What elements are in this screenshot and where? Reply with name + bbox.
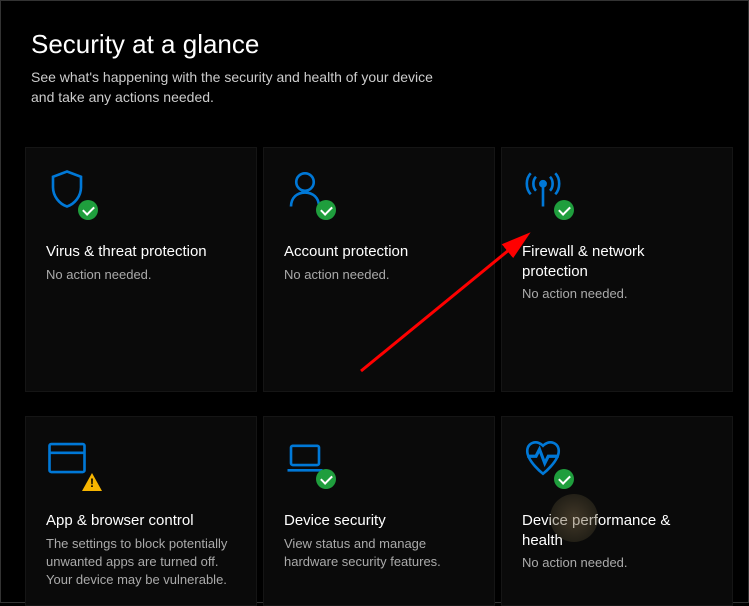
firewall-network-protection-tile[interactable]: Firewall & network protection No action … — [501, 147, 733, 392]
tile-desc: No action needed. — [522, 554, 712, 572]
shield-icon — [46, 168, 96, 218]
tile-title: Virus & threat protection — [46, 242, 236, 262]
tile-title: App & browser control — [46, 511, 236, 531]
page-title: Security at a glance — [31, 29, 718, 60]
person-icon — [284, 168, 334, 218]
tile-desc: No action needed. — [284, 266, 474, 284]
header: Security at a glance See what's happenin… — [1, 1, 748, 123]
checkmark-badge-icon — [78, 200, 98, 220]
device-security-tile[interactable]: Device security View status and manage h… — [263, 416, 495, 606]
laptop-icon — [284, 437, 334, 487]
app-browser-control-tile[interactable]: App & browser control The settings to bl… — [25, 416, 257, 606]
tiles-row-1: Virus & threat protection No action need… — [1, 123, 748, 392]
tile-desc: No action needed. — [522, 285, 712, 303]
tile-title: Account protection — [284, 242, 474, 262]
tile-desc: The settings to block potentially unwant… — [46, 535, 236, 590]
warning-badge-icon — [82, 473, 102, 491]
tile-title: Device performance & health — [522, 511, 712, 550]
tiles-row-2: App & browser control The settings to bl… — [1, 392, 748, 606]
antenna-icon — [522, 168, 572, 218]
checkmark-badge-icon — [554, 200, 574, 220]
page-subtitle: See what's happening with the security a… — [31, 68, 451, 107]
tile-title: Device security — [284, 511, 474, 531]
heart-pulse-icon — [522, 437, 572, 487]
checkmark-badge-icon — [316, 469, 336, 489]
account-protection-tile[interactable]: Account protection No action needed. — [263, 147, 495, 392]
device-performance-health-tile[interactable]: Device performance & health No action ne… — [501, 416, 733, 606]
tile-desc: View status and manage hardware security… — [284, 535, 474, 571]
tile-desc: No action needed. — [46, 266, 236, 284]
virus-threat-protection-tile[interactable]: Virus & threat protection No action need… — [25, 147, 257, 392]
checkmark-badge-icon — [554, 469, 574, 489]
checkmark-badge-icon — [316, 200, 336, 220]
tile-title: Firewall & network protection — [522, 242, 712, 281]
window-icon — [46, 437, 96, 487]
